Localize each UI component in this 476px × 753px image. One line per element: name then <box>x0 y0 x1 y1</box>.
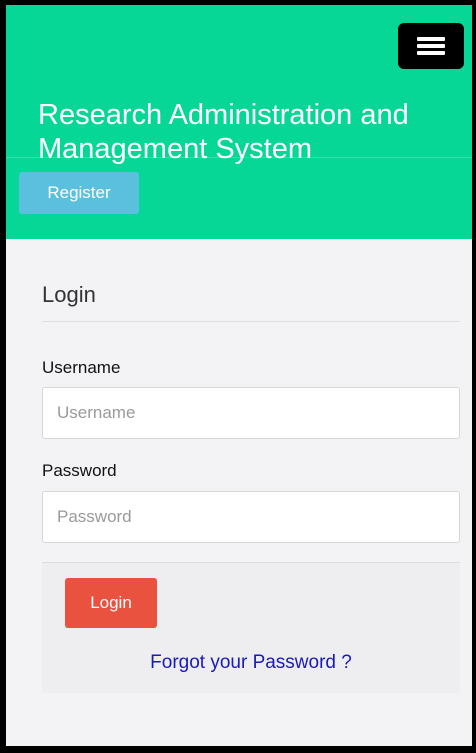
register-button[interactable]: Register <box>19 172 139 214</box>
hamburger-menu-icon[interactable] <box>398 23 464 69</box>
login-title-divider <box>42 321 460 322</box>
password-input[interactable] <box>42 491 460 543</box>
username-input[interactable] <box>42 387 460 439</box>
header-divider <box>6 157 472 158</box>
menu-bar-bottom <box>417 51 445 55</box>
login-panel-title: Login <box>42 282 96 307</box>
login-form-footer: Login Forgot your Password ? <box>42 562 460 693</box>
site-header: Research Administration and Management S… <box>6 5 472 239</box>
menu-bar-middle <box>417 44 445 48</box>
username-label: Username <box>42 358 121 377</box>
menu-bar-top <box>417 37 445 41</box>
forgot-password-link[interactable]: Forgot your Password ? <box>42 652 460 674</box>
site-title[interactable]: Research Administration and Management S… <box>38 98 458 166</box>
browser-viewport: Research Administration and Management S… <box>0 0 476 753</box>
login-button[interactable]: Login <box>65 578 157 628</box>
password-label: Password <box>42 461 117 480</box>
